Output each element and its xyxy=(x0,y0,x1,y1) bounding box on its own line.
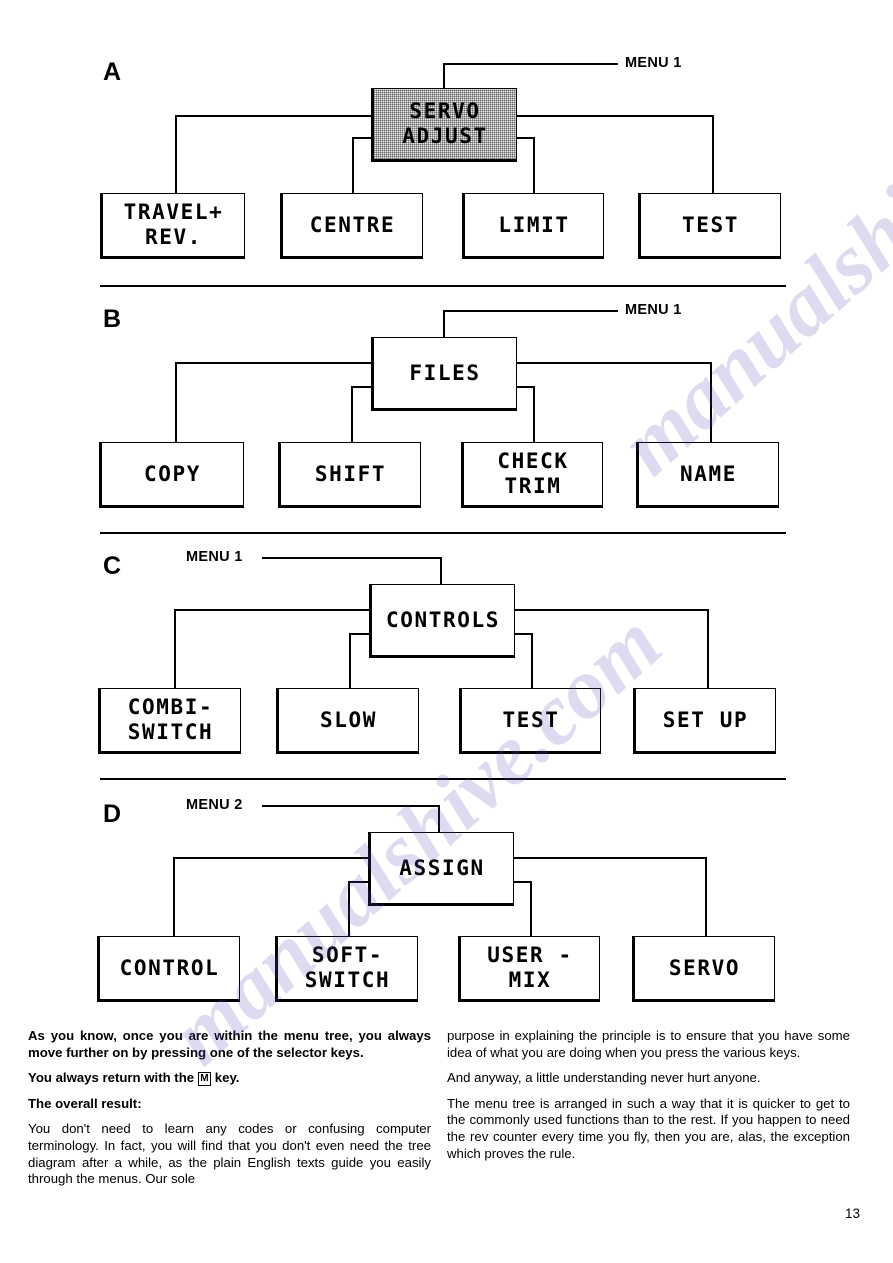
branch-h-c-4 xyxy=(511,609,708,611)
child-box-label-line2: SWITCH xyxy=(127,720,214,744)
child-box-slow[interactable]: SLOW xyxy=(276,688,419,754)
parent-box-assign[interactable]: ASSIGN xyxy=(368,832,514,906)
child-box-label-line1: COMBI- xyxy=(127,695,214,720)
menu-label-a: MENU 1 xyxy=(625,55,682,71)
body-paragraph-m-key: You always return with the M key. xyxy=(28,1070,431,1087)
child-box-name[interactable]: NAME xyxy=(636,442,779,508)
child-box-label-line2: TRIM xyxy=(504,474,562,498)
child-box-label-line2: SWITCH xyxy=(304,968,391,992)
menu-leader-h-c xyxy=(262,557,442,559)
child-box-shift[interactable]: SHIFT xyxy=(278,442,421,508)
child-box-label-line1: TRAVEL+ xyxy=(123,200,224,225)
child-box-combi-switch[interactable]: COMBI- SWITCH xyxy=(98,688,241,754)
menu-label-d: MENU 2 xyxy=(186,797,243,813)
child-box-centre[interactable]: CENTRE xyxy=(280,193,423,259)
branch-h-a-4 xyxy=(513,115,713,117)
section-letter-a: A xyxy=(103,58,122,86)
branch-h-b-1 xyxy=(175,362,375,364)
parent-box-label: CONTROLS xyxy=(386,607,500,632)
child-box-test[interactable]: TEST xyxy=(638,193,781,259)
child-box-label: SHIFT xyxy=(314,461,387,486)
body-paragraph: And anyway, a little understanding never… xyxy=(447,1070,761,1086)
child-box-label-line1: SOFT- xyxy=(311,943,384,968)
body-paragraph: You don't need to learn any codes or con… xyxy=(28,1121,431,1187)
section-letter-d: D xyxy=(103,800,122,828)
m-key-sentence-start: You always return with the xyxy=(28,1070,198,1086)
body-paragraph: purpose in explaining the principle is t… xyxy=(447,1028,850,1060)
child-box-label: LIMIT xyxy=(498,212,570,237)
child-box-label: SERVO xyxy=(668,955,741,980)
parent-box-label: FILES xyxy=(409,360,481,385)
section-divider-c xyxy=(100,778,786,781)
menu-leader-h-b xyxy=(443,310,618,312)
child-box-check-trim[interactable]: CHECK TRIM xyxy=(461,442,603,508)
child-box-label-line1: CHECK xyxy=(497,449,569,474)
branch-h-a-1 xyxy=(175,115,375,117)
child-box-label: COPY xyxy=(144,461,201,486)
parent-box-label: ASSIGN xyxy=(399,855,485,880)
body-column-right: purpose in explaining the principle is t… xyxy=(447,1028,850,1171)
child-box-label: SET UP xyxy=(662,707,749,732)
section-letter-b: B xyxy=(103,305,122,333)
branch-h-d-4 xyxy=(510,857,706,859)
parent-box-label-line1: SERVO xyxy=(409,99,481,124)
menu-label-c: MENU 1 xyxy=(186,549,243,565)
page-number: 13 xyxy=(845,1206,861,1221)
document-page: manualshive.com manualshive.com manualsh… xyxy=(0,0,893,1263)
menu-leader-h-a xyxy=(443,63,618,65)
parent-box-files[interactable]: FILES xyxy=(371,337,517,411)
child-box-set-up[interactable]: SET UP xyxy=(633,688,776,754)
child-box-user-mix[interactable]: USER - MIX xyxy=(458,936,600,1002)
child-box-label: NAME xyxy=(680,461,737,486)
m-key-glyph: M xyxy=(197,1072,212,1087)
child-box-label: CENTRE xyxy=(309,212,396,237)
branch-h-d-1 xyxy=(173,857,373,859)
menu-label-b: MENU 1 xyxy=(625,302,682,318)
section-divider-a xyxy=(100,285,786,288)
body-subheading: The overall result: xyxy=(28,1095,142,1111)
child-box-test[interactable]: TEST xyxy=(459,688,601,754)
child-box-limit[interactable]: LIMIT xyxy=(462,193,604,259)
body-paragraph: The menu tree is arranged in such a way … xyxy=(447,1095,850,1161)
section-letter-c: C xyxy=(103,552,122,580)
child-box-label-line2: MIX xyxy=(508,968,552,992)
parent-box-servo-adjust[interactable]: SERVO ADJUST xyxy=(371,88,517,162)
section-divider-b xyxy=(100,532,786,535)
child-box-label-line1: USER - xyxy=(487,943,573,968)
child-box-travel-rev[interactable]: TRAVEL+ REV. xyxy=(100,193,245,259)
body-column-left: As you know, once you are within the men… xyxy=(28,1028,431,1197)
body-paragraph: As you know, once you are within the men… xyxy=(28,1028,431,1060)
parent-box-label-line2: ADJUST xyxy=(402,124,488,148)
menu-leader-h-d xyxy=(262,805,440,807)
child-box-label: TEST xyxy=(682,212,739,237)
parent-box-controls[interactable]: CONTROLS xyxy=(369,584,515,658)
child-box-soft-switch[interactable]: SOFT- SWITCH xyxy=(275,936,418,1002)
child-box-label: SLOW xyxy=(320,707,377,732)
branch-h-b-4 xyxy=(513,362,711,364)
child-box-label: CONTROL xyxy=(119,955,220,980)
m-key-sentence-end: key. xyxy=(211,1070,240,1086)
child-box-control[interactable]: CONTROL xyxy=(97,936,240,1002)
child-box-label: TEST xyxy=(502,707,560,732)
child-box-copy[interactable]: COPY xyxy=(99,442,244,508)
branch-h-c-1 xyxy=(174,609,374,611)
child-box-servo[interactable]: SERVO xyxy=(632,936,775,1002)
child-box-label-line2: REV. xyxy=(145,225,202,249)
